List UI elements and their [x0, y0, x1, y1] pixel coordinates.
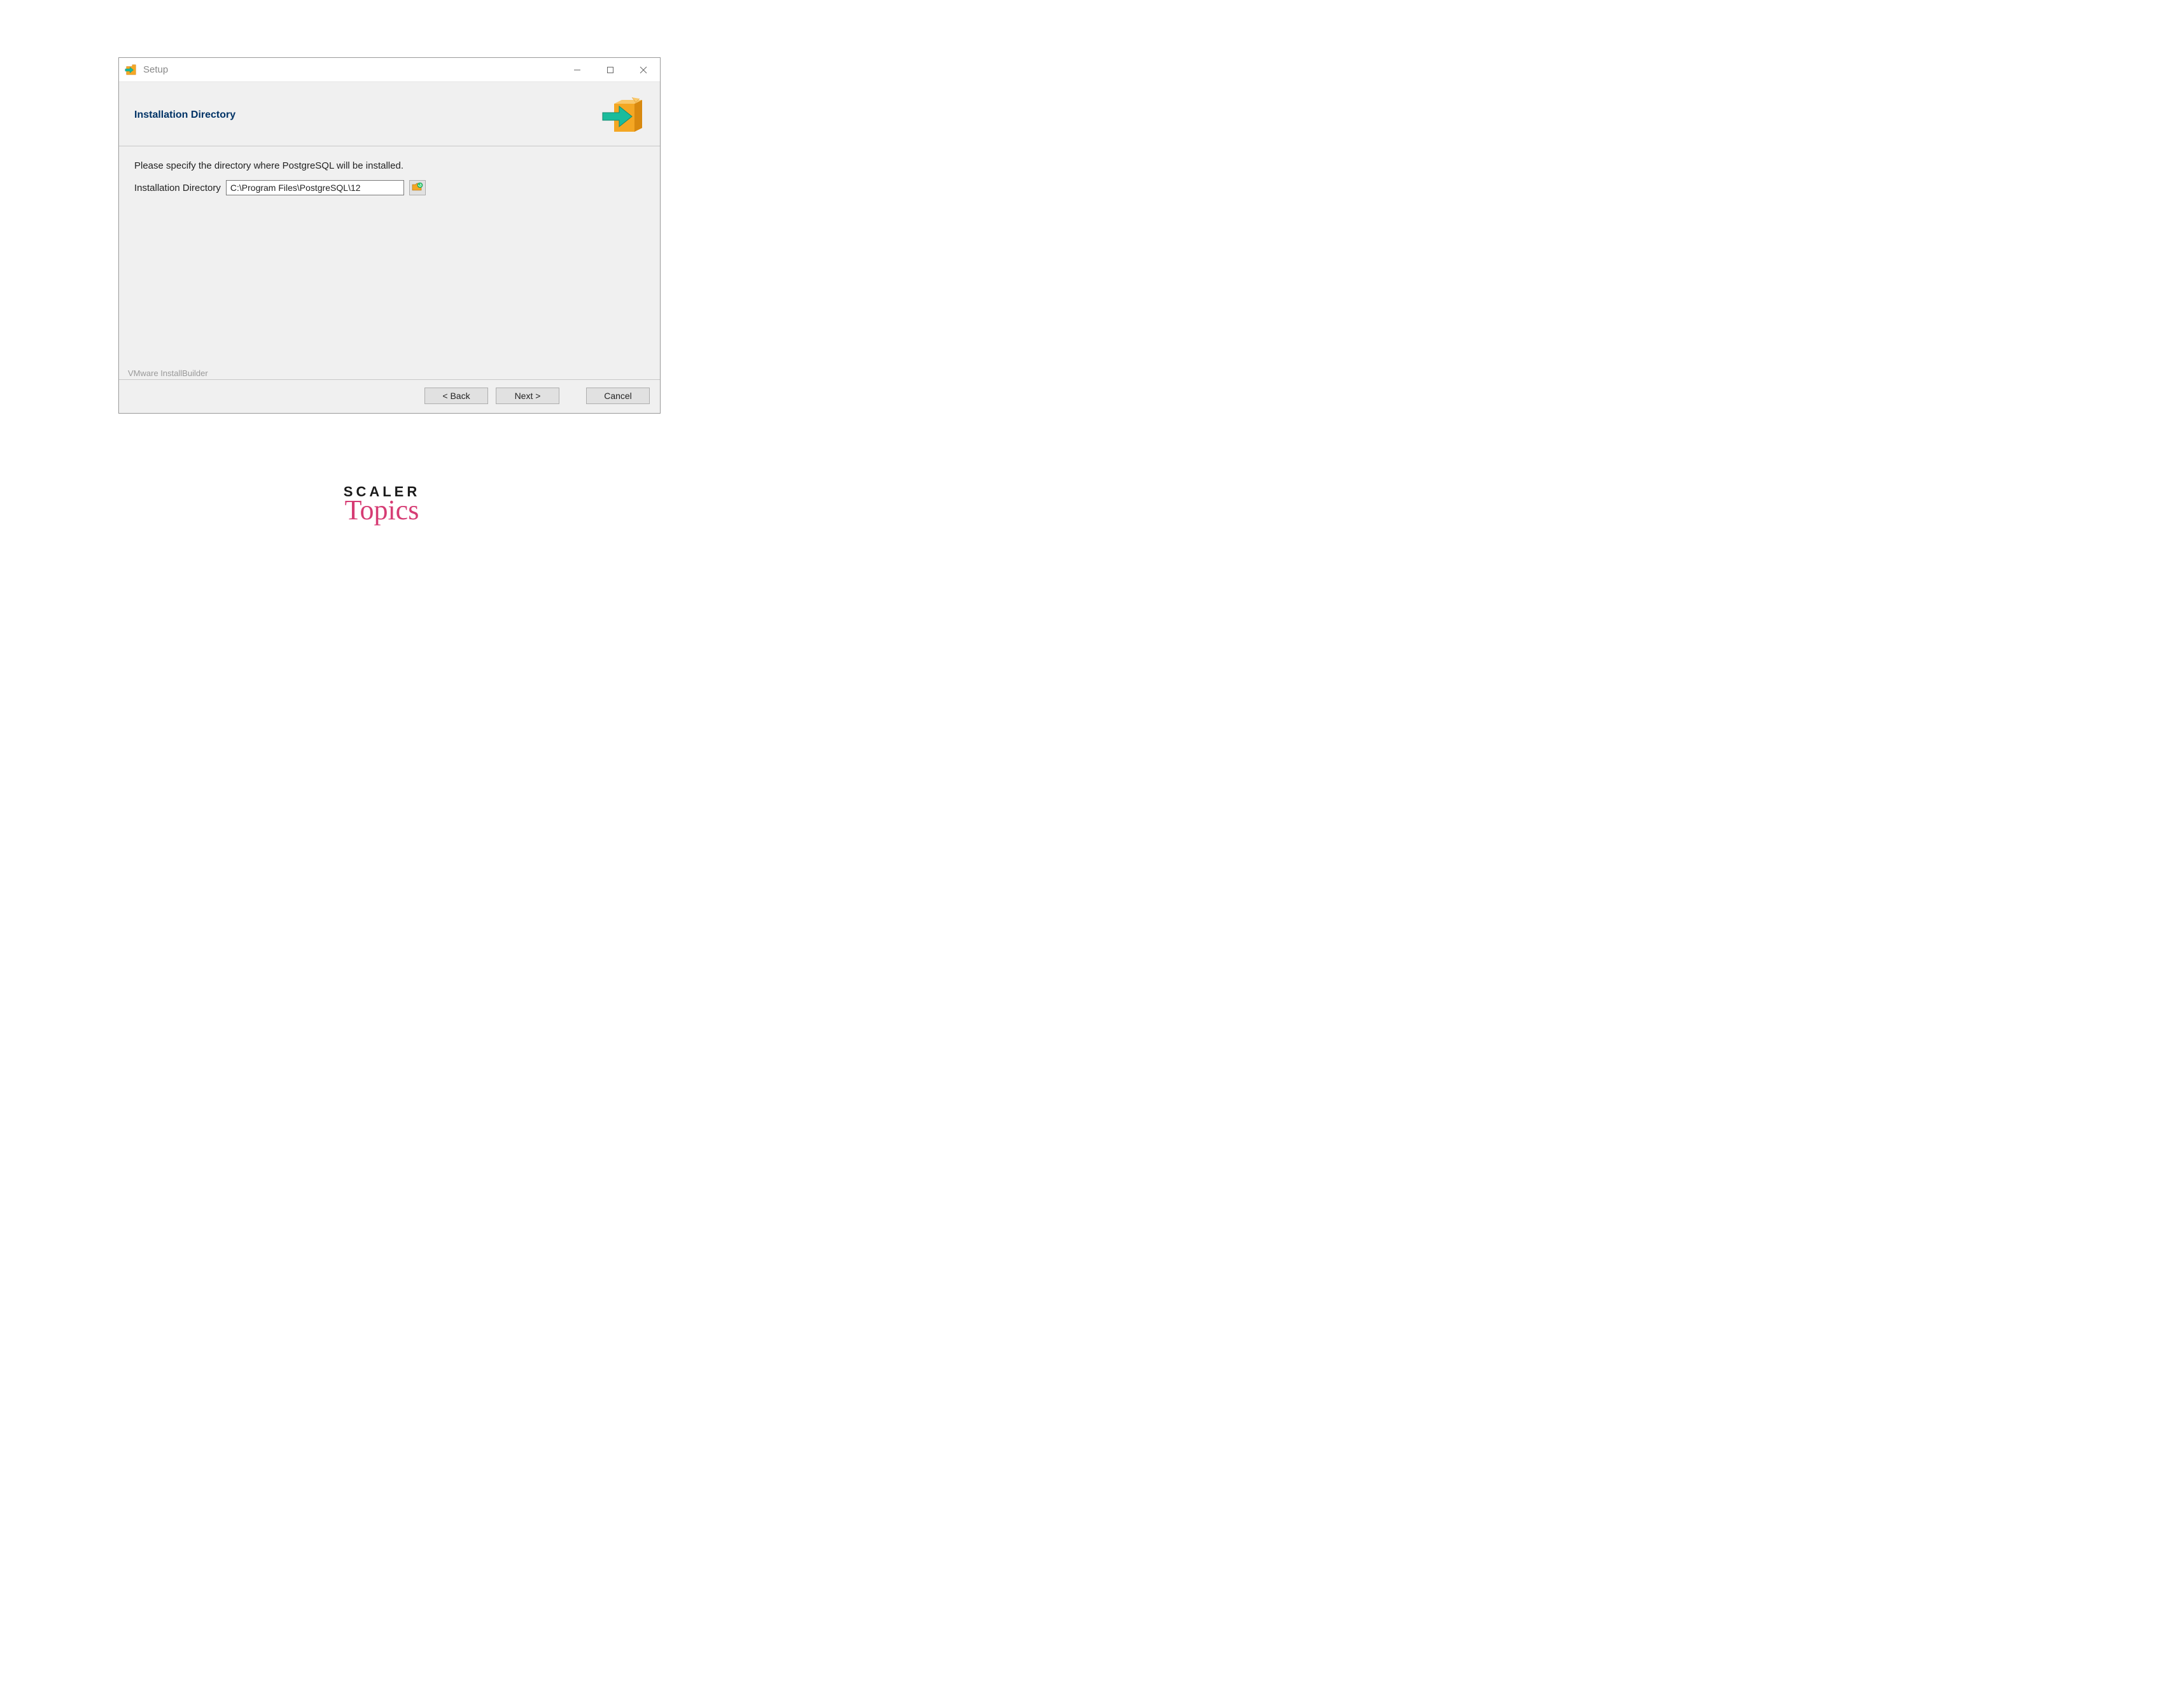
instruction-text: Please specify the directory where Postg… — [134, 160, 645, 171]
browse-button[interactable] — [409, 180, 426, 195]
directory-label: Installation Directory — [134, 183, 221, 193]
back-button[interactable]: < Back — [424, 388, 488, 404]
cancel-button[interactable]: Cancel — [586, 388, 650, 404]
directory-input[interactable] — [226, 180, 404, 195]
brand-line2: Topics — [344, 499, 420, 521]
installer-box-icon — [600, 96, 645, 134]
header: Installation Directory — [119, 82, 660, 146]
setup-window: Setup Installation Directory P — [118, 57, 661, 414]
minimize-button[interactable] — [561, 58, 594, 81]
brand-logo: SCALER Topics — [344, 484, 420, 521]
folder-browse-icon — [412, 182, 423, 194]
content: Please specify the directory where Postg… — [119, 146, 660, 379]
app-icon — [124, 63, 138, 77]
directory-field-row: Installation Directory — [134, 180, 645, 195]
window-title: Setup — [143, 64, 561, 75]
close-button[interactable] — [627, 58, 660, 81]
footer: < Back Next > Cancel — [119, 379, 660, 413]
page-title: Installation Directory — [134, 109, 600, 121]
window-controls — [561, 58, 660, 81]
builder-label: VMware InstallBuilder — [125, 368, 211, 378]
titlebar: Setup — [119, 58, 660, 82]
next-button[interactable]: Next > — [496, 388, 559, 404]
maximize-button[interactable] — [594, 58, 627, 81]
